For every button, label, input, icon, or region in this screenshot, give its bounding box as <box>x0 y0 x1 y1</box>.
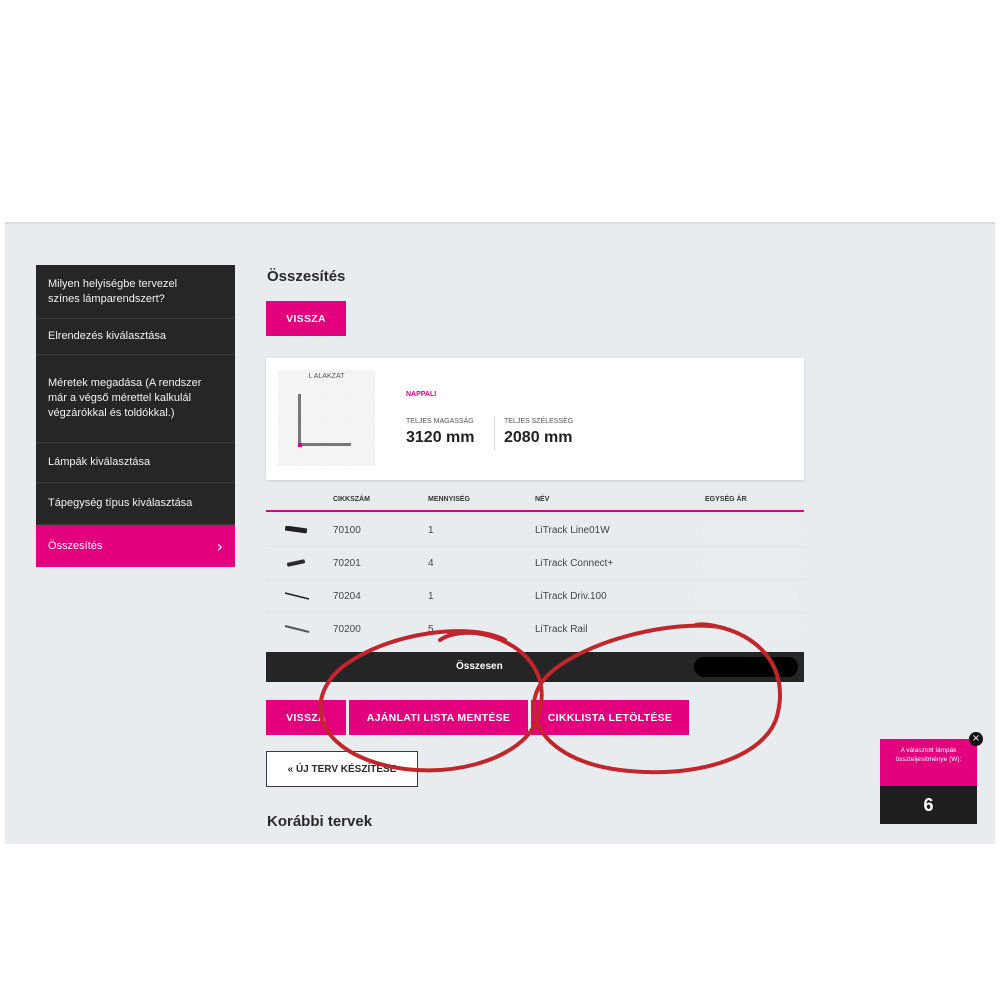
l-shape-marker <box>298 443 302 447</box>
l-shape-horizontal <box>298 443 351 446</box>
sku-cell: 70100 <box>333 525 361 536</box>
save-quote-button[interactable]: AJÁNLATI LISTA MENTÉSE <box>349 700 528 735</box>
sidebar-item-dimensions[interactable]: Méretek megadása (A rendszer már a végső… <box>36 355 235 443</box>
divider <box>494 416 495 450</box>
width-value: 2080 mm <box>504 429 573 446</box>
total-value <box>694 657 798 677</box>
product-thumbnail-icon <box>284 625 310 633</box>
column-header: EGYSÉG ÁR <box>705 496 747 503</box>
height-label: TELJES MAGASSÁG <box>406 418 474 425</box>
sidebar-item-summary[interactable]: Összesítés › <box>36 525 235 567</box>
name-cell: LiTrack Rail <box>535 624 588 635</box>
sidebar-item-label: Elrendezés kiválasztása <box>48 330 167 342</box>
qty-cell: 1 <box>428 591 434 602</box>
room-name: NAPPALI <box>406 391 437 398</box>
table-row: 70204 1 LiTrack Driv.100 <box>266 580 804 613</box>
sidebar-item-layout[interactable]: Elrendezés kiválasztása <box>36 319 235 355</box>
table-row: 70100 1 LiTrack Line01W <box>266 514 804 547</box>
layout-shape-preview: L ALAKZAT <box>278 370 375 466</box>
sidebar-item-label: Milyen helyiségbe tervezel színes lámpar… <box>48 277 178 305</box>
product-thumbnail-icon <box>284 526 308 534</box>
name-cell: LiTrack Line01W <box>535 525 610 536</box>
sidebar-item-label: Tápegység típus kiválasztása <box>48 497 193 509</box>
sidebar-nav: Milyen helyiségbe tervezel színes lámpar… <box>36 265 235 567</box>
sidebar-item-label: Lámpák kiválasztása <box>48 456 151 468</box>
sidebar-item-lamps[interactable]: Lámpák kiválasztása <box>36 443 235 483</box>
height-value: 3120 mm <box>406 429 475 446</box>
sidebar-item-power-supply[interactable]: Tápegység típus kiválasztása <box>36 483 235 525</box>
width-label: TELJES SZÉLESSÉG <box>504 418 574 425</box>
page-title: Összesítés <box>267 268 346 285</box>
column-header: MENNYISÉG <box>428 496 471 503</box>
qty-cell: 1 <box>428 525 434 536</box>
new-plan-button[interactable]: « ÚJ TERV KÉSZÍTÉSE <box>266 751 418 787</box>
price-cell <box>696 622 804 638</box>
back-button[interactable]: VISSZA <box>266 700 346 735</box>
table-row: 70200 5 LiTrack Rail <box>266 613 804 646</box>
table-header: CIKKSZÁM MENNYISÉG NÉV EGYSÉG ÁR <box>266 488 804 512</box>
download-list-button[interactable]: CIKKLISTA LETÖLTÉSE <box>531 700 689 735</box>
close-icon[interactable]: × <box>969 732 983 746</box>
sidebar-item-label: Méretek megadása (A rendszer már a végső… <box>48 377 202 419</box>
power-widget-label: A választott lámpák összteljesítménye (W… <box>880 739 977 786</box>
price-cell <box>702 523 804 539</box>
sku-cell: 70204 <box>333 591 361 602</box>
sku-cell: 70200 <box>333 624 361 635</box>
chevron-right-icon: › <box>216 536 223 556</box>
price-cell <box>694 589 798 605</box>
sku-cell: 70201 <box>333 558 361 569</box>
price-cell <box>702 556 804 572</box>
column-header: CIKKSZÁM <box>333 496 370 503</box>
name-cell: LiTrack Driv.100 <box>535 591 607 602</box>
qty-cell: 5 <box>428 624 434 635</box>
sidebar-item-label: Összesítés <box>48 539 103 552</box>
qty-cell: 4 <box>428 558 434 569</box>
summary-card: L ALAKZAT NAPPALI TELJES MAGASSÁG 3120 m… <box>266 358 804 480</box>
shape-label: L ALAKZAT <box>308 373 345 380</box>
configurator-panel: Milyen helyiségbe tervezel színes lámpar… <box>5 222 995 844</box>
column-header: NÉV <box>535 496 550 503</box>
power-widget: A választott lámpák összteljesítménye (W… <box>880 732 983 824</box>
table-total-row: Összesen <box>266 652 804 682</box>
name-cell: LiTrack Connect+ <box>535 558 614 569</box>
l-shape-vertical <box>298 394 301 446</box>
total-label: Összesen <box>456 661 503 672</box>
product-thumbnail-icon <box>284 592 310 600</box>
power-widget-value: 6 <box>880 786 977 824</box>
sidebar-item-room[interactable]: Milyen helyiségbe tervezel színes lámpar… <box>36 265 235 319</box>
back-button-top[interactable]: VISSZA <box>266 301 346 336</box>
table-row: 70201 4 LiTrack Connect+ <box>266 547 804 580</box>
previous-plans-title: Korábbi tervek <box>267 813 373 830</box>
product-thumbnail-icon <box>286 559 306 567</box>
